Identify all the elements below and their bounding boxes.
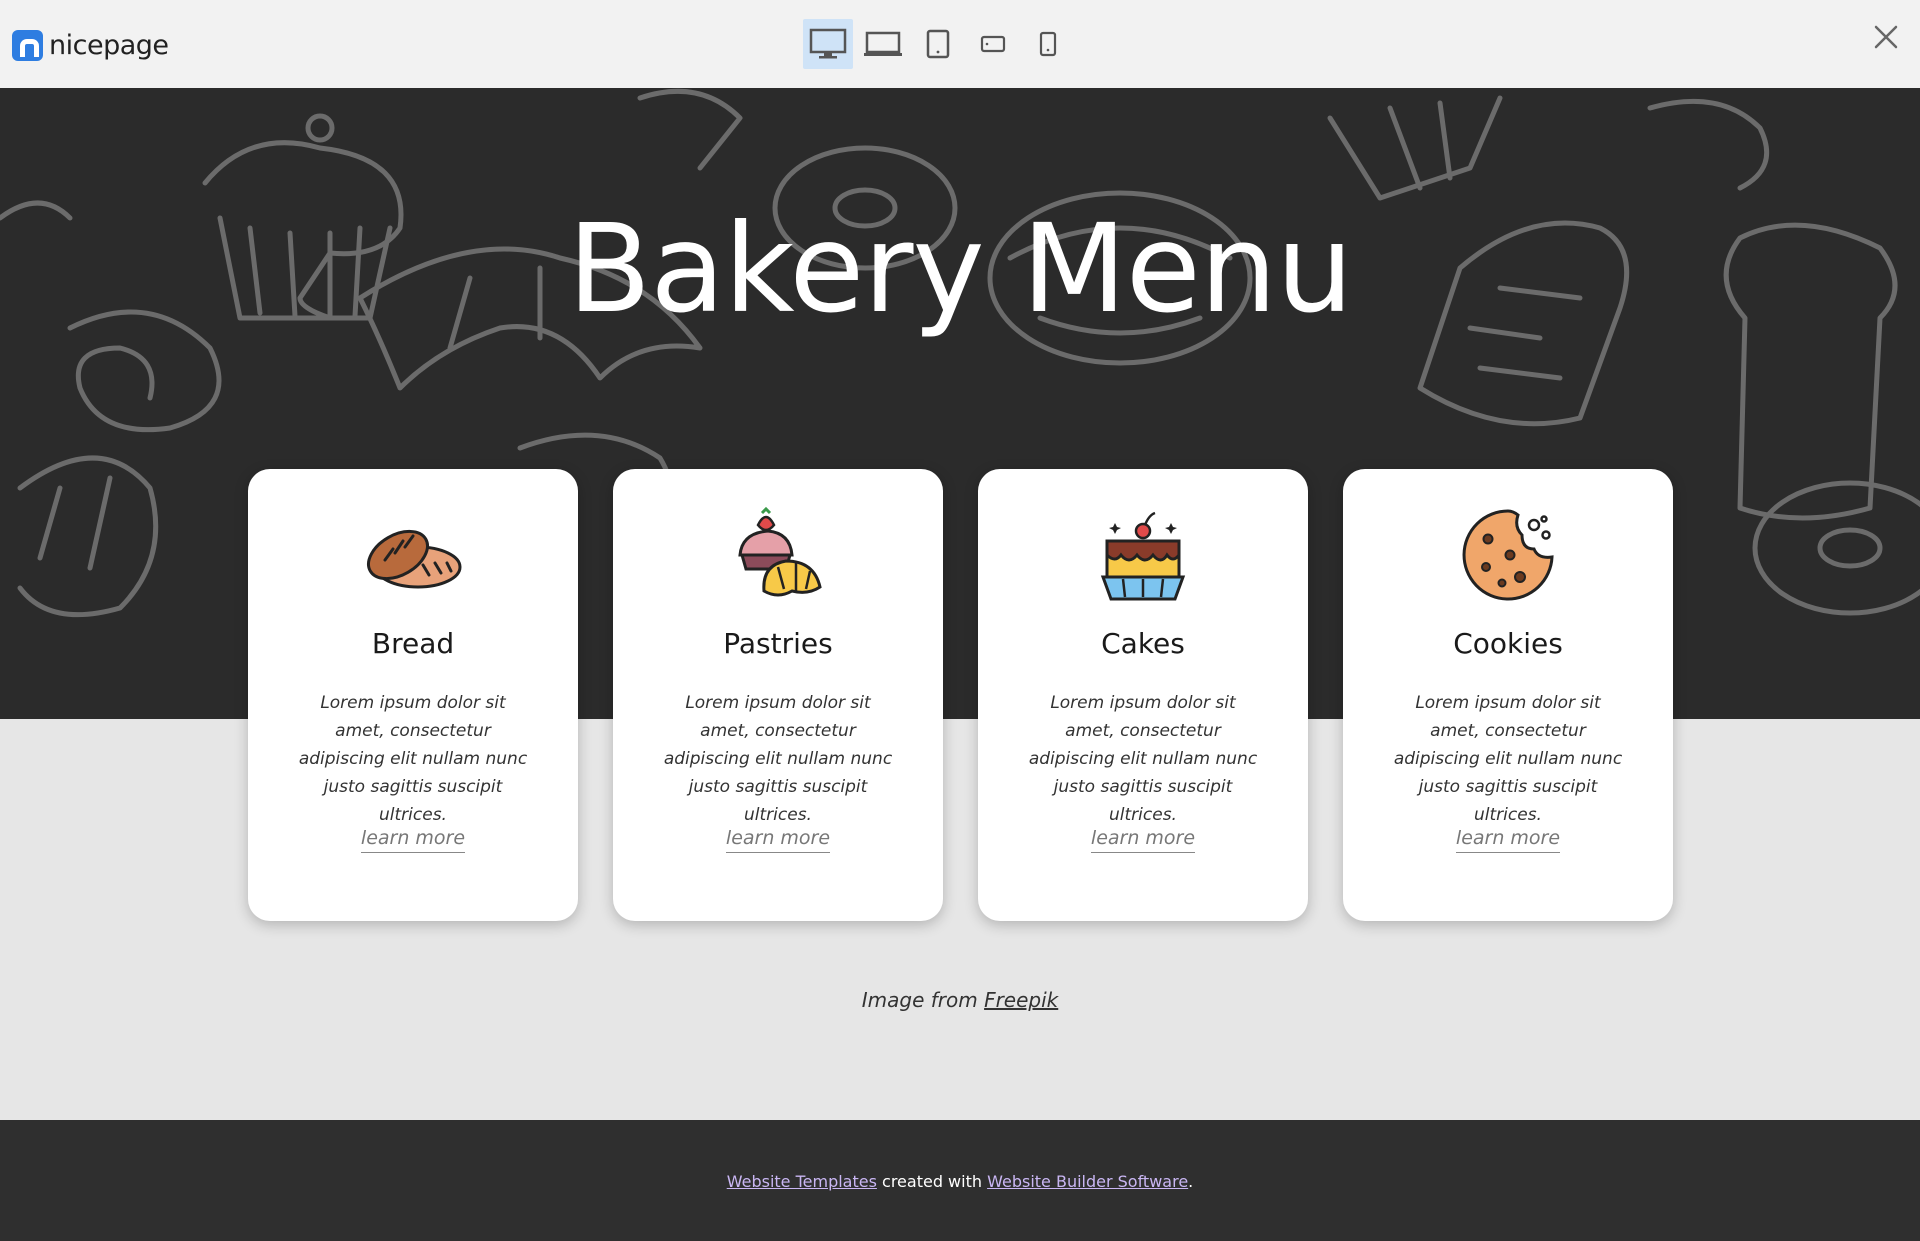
card-cookies: Cookies Lorem ipsum dolor sit amet, cons… xyxy=(1343,469,1673,921)
learn-more-link[interactable]: learn more xyxy=(248,827,578,853)
credit-prefix: Image from xyxy=(861,988,985,1012)
website-templates-link[interactable]: Website Templates xyxy=(727,1172,877,1191)
freepik-link[interactable]: Freepik xyxy=(984,988,1058,1012)
image-credit: Image from Freepik xyxy=(0,988,1920,1012)
learn-more-link[interactable]: learn more xyxy=(1343,827,1673,853)
menu-cards: Bread Lorem ipsum dolor sit amet, consec… xyxy=(248,469,1673,921)
card-description: Lorem ipsum dolor sit amet, consectetur … xyxy=(1028,693,1258,825)
nicepage-logo[interactable]: nicepage xyxy=(12,29,169,61)
card-pastries: Pastries Lorem ipsum dolor sit amet, con… xyxy=(613,469,943,921)
tablet-portrait-view-button[interactable] xyxy=(913,19,963,69)
cake-icon xyxy=(1100,511,1186,601)
close-button[interactable] xyxy=(1869,20,1903,54)
learn-more-label: learn more xyxy=(360,827,466,853)
close-icon xyxy=(1874,25,1898,49)
card-cakes: Cakes Lorem ipsum dolor sit amet, consec… xyxy=(978,469,1308,921)
tablet-portrait-icon xyxy=(926,29,950,59)
laptop-icon xyxy=(864,31,902,56)
desktop-icon xyxy=(809,28,847,59)
footer: Website Templates created with Website B… xyxy=(0,1120,1920,1241)
card-description: Lorem ipsum dolor sit amet, consectetur … xyxy=(1393,693,1623,825)
card-title: Cakes xyxy=(1101,627,1185,660)
device-switcher xyxy=(803,19,1078,69)
learn-more-label: learn more xyxy=(725,827,831,853)
card-title: Pastries xyxy=(723,627,833,660)
learn-more-link[interactable]: learn more xyxy=(613,827,943,853)
page-title: Bakery Menu xyxy=(567,198,1354,340)
learn-more-link[interactable]: learn more xyxy=(978,827,1308,853)
card-description: Lorem ipsum dolor sit amet, consectetur … xyxy=(298,693,528,825)
card-title: Cookies xyxy=(1453,627,1563,660)
learn-more-label: learn more xyxy=(1455,827,1561,853)
logo-text: nicepage xyxy=(49,29,169,61)
cookie-icon xyxy=(1462,509,1554,601)
footer-suffix: . xyxy=(1188,1172,1194,1191)
preview-toolbar: nicepage xyxy=(0,0,1920,88)
website-builder-link[interactable]: Website Builder Software xyxy=(987,1172,1188,1191)
nicepage-logo-icon xyxy=(12,29,43,61)
pastries-icon xyxy=(738,506,822,597)
footer-middle-text: created with xyxy=(876,1172,988,1191)
desktop-view-button[interactable] xyxy=(803,19,853,69)
tablet-landscape-icon xyxy=(980,35,1006,53)
card-bread: Bread Lorem ipsum dolor sit amet, consec… xyxy=(248,469,578,921)
tablet-landscape-view-button[interactable] xyxy=(968,19,1018,69)
laptop-view-button[interactable] xyxy=(858,19,908,69)
footer-text: Website Templates created with Website B… xyxy=(0,1172,1920,1191)
phone-view-button[interactable] xyxy=(1023,19,1073,69)
learn-more-label: learn more xyxy=(1090,827,1196,853)
bread-icon xyxy=(367,529,462,589)
card-title: Bread xyxy=(371,627,455,660)
phone-icon xyxy=(1039,31,1057,57)
card-description: Lorem ipsum dolor sit amet, consectetur … xyxy=(663,693,893,825)
